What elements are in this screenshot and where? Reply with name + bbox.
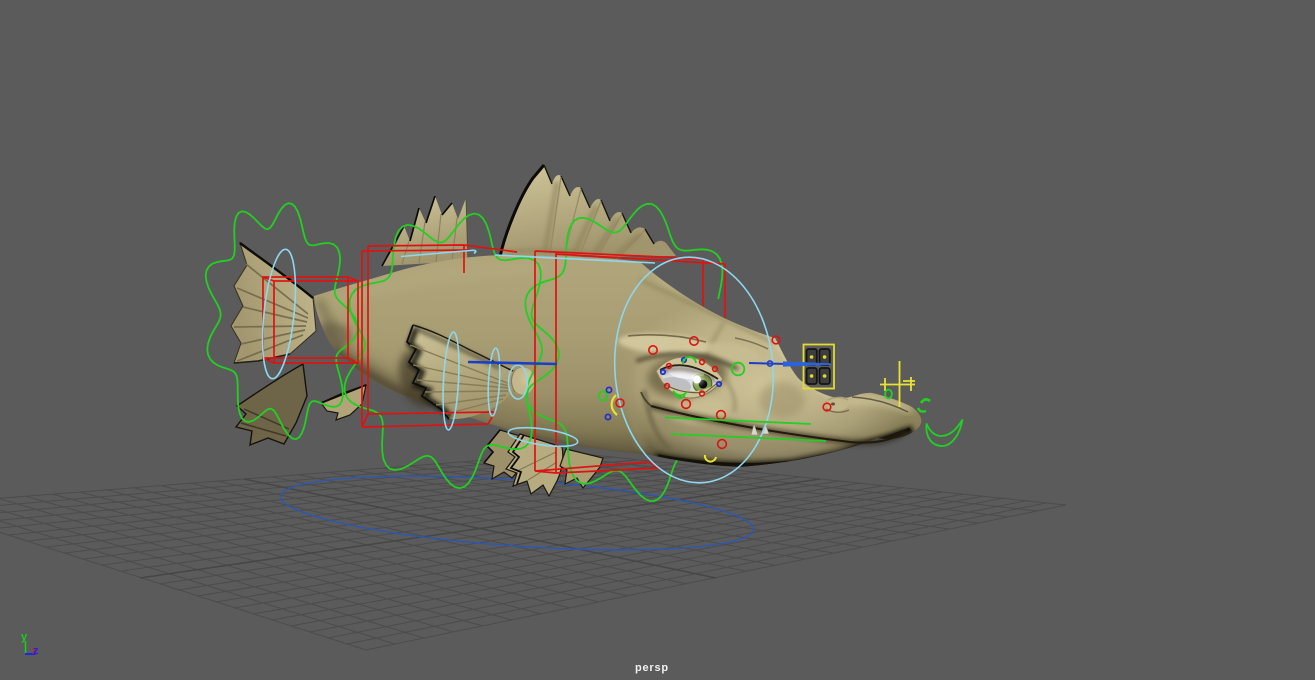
svg-text:y: y <box>21 631 28 643</box>
svg-text:persp: persp <box>635 662 669 674</box>
svg-text:z: z <box>33 645 39 657</box>
